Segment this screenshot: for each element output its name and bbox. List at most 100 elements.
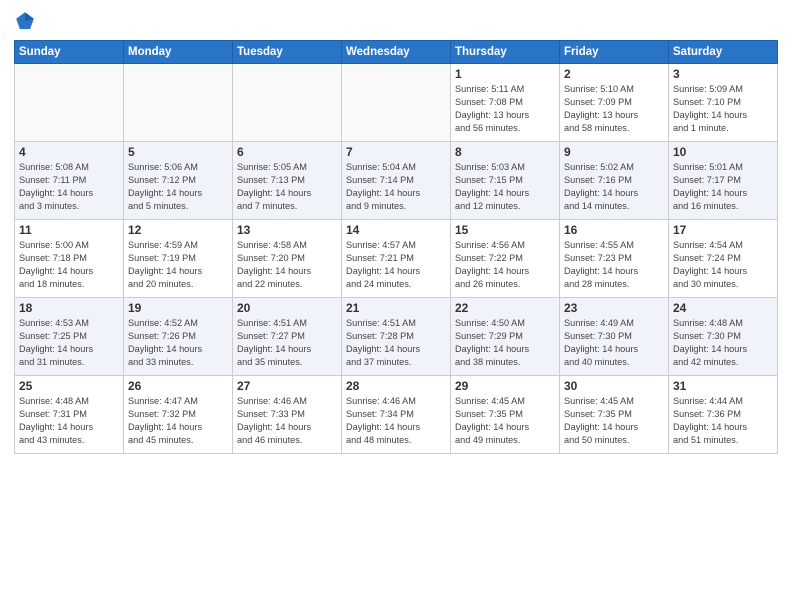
day-cell: 18 Sunrise: 4:53 AM Sunset: 7:25 PM Dayli… <box>15 298 124 376</box>
day-cell: 22 Sunrise: 4:50 AM Sunset: 7:29 PM Dayli… <box>451 298 560 376</box>
day-info: Sunrise: 5:11 AM Sunset: 7:08 PM Dayligh… <box>455 83 555 135</box>
day-number: 28 <box>346 379 446 393</box>
day-number: 26 <box>128 379 228 393</box>
page: SundayMondayTuesdayWednesdayThursdayFrid… <box>0 0 792 612</box>
day-cell <box>342 64 451 142</box>
day-cell: 21Sunrise: 4:51 AM Sunset: 7:28 PM Dayli… <box>342 298 451 376</box>
col-header-thursday: Thursday <box>451 41 560 64</box>
day-cell: 31 Sunrise: 4:44 AM Sunset: 7:36 PM Dayli… <box>669 376 778 454</box>
day-number: 5 <box>128 145 228 159</box>
day-number: 11 <box>19 223 119 237</box>
logo <box>14 10 40 32</box>
day-number: 7 <box>346 145 446 159</box>
day-info: Sunrise: 4:45 AM Sunset: 7:35 PM Dayligh… <box>564 395 664 447</box>
day-cell: 13 Sunrise: 4:58 AM Sunset: 7:20 PM Dayli… <box>233 220 342 298</box>
day-cell <box>124 64 233 142</box>
day-info: Sunrise: 4:46 AM Sunset: 7:33 PM Dayligh… <box>237 395 337 447</box>
day-cell: 23 Sunrise: 4:49 AM Sunset: 7:30 PM Dayli… <box>560 298 669 376</box>
day-number: 9 <box>564 145 664 159</box>
day-cell: 11 Sunrise: 5:00 AM Sunset: 7:18 PM Dayli… <box>15 220 124 298</box>
week-row-4: 25Sunrise: 4:48 AM Sunset: 7:31 PM Dayli… <box>15 376 778 454</box>
col-header-wednesday: Wednesday <box>342 41 451 64</box>
col-header-sunday: Sunday <box>15 41 124 64</box>
day-info: Sunrise: 4:50 AM Sunset: 7:29 PM Dayligh… <box>455 317 555 369</box>
day-cell: 10 Sunrise: 5:01 AM Sunset: 7:17 PM Dayli… <box>669 142 778 220</box>
day-number: 17 <box>673 223 773 237</box>
day-cell: 28 Sunrise: 4:46 AM Sunset: 7:34 PM Dayli… <box>342 376 451 454</box>
day-cell: 7 Sunrise: 5:04 AM Sunset: 7:14 PM Daylig… <box>342 142 451 220</box>
day-info: Sunrise: 5:06 AM Sunset: 7:12 PM Dayligh… <box>128 161 228 213</box>
day-info: Sunrise: 4:47 AM Sunset: 7:32 PM Dayligh… <box>128 395 228 447</box>
day-info: Sunrise: 4:51 AM Sunset: 7:27 PM Dayligh… <box>237 317 337 369</box>
day-cell: 8 Sunrise: 5:03 AM Sunset: 7:15 PM Daylig… <box>451 142 560 220</box>
day-info: Sunrise: 4:59 AM Sunset: 7:19 PM Dayligh… <box>128 239 228 291</box>
day-info: Sunrise: 5:04 AM Sunset: 7:14 PM Dayligh… <box>346 161 446 213</box>
day-number: 2 <box>564 67 664 81</box>
week-row-3: 18 Sunrise: 4:53 AM Sunset: 7:25 PM Dayli… <box>15 298 778 376</box>
day-cell: 4 Sunrise: 5:08 AM Sunset: 7:11 PM Daylig… <box>15 142 124 220</box>
day-info: Sunrise: 5:05 AM Sunset: 7:13 PM Dayligh… <box>237 161 337 213</box>
day-number: 6 <box>237 145 337 159</box>
day-number: 12 <box>128 223 228 237</box>
day-cell: 14 Sunrise: 4:57 AM Sunset: 7:21 PM Dayli… <box>342 220 451 298</box>
day-number: 20 <box>237 301 337 315</box>
day-number: 22 <box>455 301 555 315</box>
day-cell: 19 Sunrise: 4:52 AM Sunset: 7:26 PM Dayli… <box>124 298 233 376</box>
day-number: 19 <box>128 301 228 315</box>
day-number: 30 <box>564 379 664 393</box>
day-info: Sunrise: 5:02 AM Sunset: 7:16 PM Dayligh… <box>564 161 664 213</box>
day-cell: 2Sunrise: 5:10 AM Sunset: 7:09 PM Daylig… <box>560 64 669 142</box>
day-info: Sunrise: 4:56 AM Sunset: 7:22 PM Dayligh… <box>455 239 555 291</box>
day-cell: 30 Sunrise: 4:45 AM Sunset: 7:35 PM Dayli… <box>560 376 669 454</box>
day-number: 27 <box>237 379 337 393</box>
day-info: Sunrise: 4:45 AM Sunset: 7:35 PM Dayligh… <box>455 395 555 447</box>
day-cell: 5 Sunrise: 5:06 AM Sunset: 7:12 PM Daylig… <box>124 142 233 220</box>
day-number: 23 <box>564 301 664 315</box>
day-number: 29 <box>455 379 555 393</box>
day-number: 10 <box>673 145 773 159</box>
day-info: Sunrise: 5:09 AM Sunset: 7:10 PM Dayligh… <box>673 83 773 135</box>
week-row-1: 4 Sunrise: 5:08 AM Sunset: 7:11 PM Daylig… <box>15 142 778 220</box>
day-info: Sunrise: 4:58 AM Sunset: 7:20 PM Dayligh… <box>237 239 337 291</box>
day-number: 13 <box>237 223 337 237</box>
day-info: Sunrise: 4:57 AM Sunset: 7:21 PM Dayligh… <box>346 239 446 291</box>
col-header-tuesday: Tuesday <box>233 41 342 64</box>
day-info: Sunrise: 5:01 AM Sunset: 7:17 PM Dayligh… <box>673 161 773 213</box>
day-cell: 6 Sunrise: 5:05 AM Sunset: 7:13 PM Daylig… <box>233 142 342 220</box>
day-number: 15 <box>455 223 555 237</box>
calendar-table: SundayMondayTuesdayWednesdayThursdayFrid… <box>14 40 778 454</box>
day-info: Sunrise: 4:51 AM Sunset: 7:28 PM Dayligh… <box>346 317 446 369</box>
day-number: 18 <box>19 301 119 315</box>
day-info: Sunrise: 4:46 AM Sunset: 7:34 PM Dayligh… <box>346 395 446 447</box>
day-cell: 9 Sunrise: 5:02 AM Sunset: 7:16 PM Daylig… <box>560 142 669 220</box>
day-cell <box>15 64 124 142</box>
day-info: Sunrise: 4:49 AM Sunset: 7:30 PM Dayligh… <box>564 317 664 369</box>
day-cell: 12 Sunrise: 4:59 AM Sunset: 7:19 PM Dayli… <box>124 220 233 298</box>
day-info: Sunrise: 4:44 AM Sunset: 7:36 PM Dayligh… <box>673 395 773 447</box>
week-row-2: 11 Sunrise: 5:00 AM Sunset: 7:18 PM Dayli… <box>15 220 778 298</box>
day-number: 14 <box>346 223 446 237</box>
day-info: Sunrise: 4:52 AM Sunset: 7:26 PM Dayligh… <box>128 317 228 369</box>
day-info: Sunrise: 5:08 AM Sunset: 7:11 PM Dayligh… <box>19 161 119 213</box>
col-header-monday: Monday <box>124 41 233 64</box>
day-cell: 1 Sunrise: 5:11 AM Sunset: 7:08 PM Daylig… <box>451 64 560 142</box>
day-cell: 3 Sunrise: 5:09 AM Sunset: 7:10 PM Daylig… <box>669 64 778 142</box>
day-number: 31 <box>673 379 773 393</box>
day-number: 24 <box>673 301 773 315</box>
day-number: 16 <box>564 223 664 237</box>
day-number: 4 <box>19 145 119 159</box>
day-cell: 25Sunrise: 4:48 AM Sunset: 7:31 PM Dayli… <box>15 376 124 454</box>
day-info: Sunrise: 4:53 AM Sunset: 7:25 PM Dayligh… <box>19 317 119 369</box>
day-cell: 15 Sunrise: 4:56 AM Sunset: 7:22 PM Dayli… <box>451 220 560 298</box>
day-info: Sunrise: 4:54 AM Sunset: 7:24 PM Dayligh… <box>673 239 773 291</box>
day-info: Sunrise: 5:03 AM Sunset: 7:15 PM Dayligh… <box>455 161 555 213</box>
day-cell: 24 Sunrise: 4:48 AM Sunset: 7:30 PM Dayli… <box>669 298 778 376</box>
logo-icon <box>14 10 36 32</box>
day-number: 3 <box>673 67 773 81</box>
day-cell: 26 Sunrise: 4:47 AM Sunset: 7:32 PM Dayli… <box>124 376 233 454</box>
day-number: 8 <box>455 145 555 159</box>
day-cell: 17 Sunrise: 4:54 AM Sunset: 7:24 PM Dayli… <box>669 220 778 298</box>
day-number: 1 <box>455 67 555 81</box>
day-info: Sunrise: 4:48 AM Sunset: 7:30 PM Dayligh… <box>673 317 773 369</box>
day-info: Sunrise: 5:00 AM Sunset: 7:18 PM Dayligh… <box>19 239 119 291</box>
